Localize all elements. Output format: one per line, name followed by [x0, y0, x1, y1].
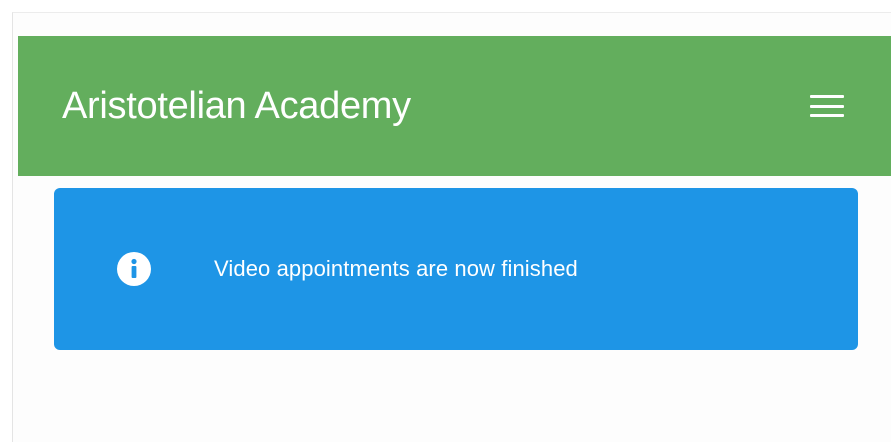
alert-message: Video appointments are now finished	[214, 256, 578, 281]
info-circle-icon	[117, 252, 151, 286]
app-header: Aristotelian Academy	[18, 36, 891, 176]
info-alert: Video appointments are now finished	[54, 188, 858, 350]
app-title: Aristotelian Academy	[62, 85, 411, 127]
hamburger-menu-icon	[810, 95, 844, 117]
menu-button[interactable]	[807, 88, 847, 124]
